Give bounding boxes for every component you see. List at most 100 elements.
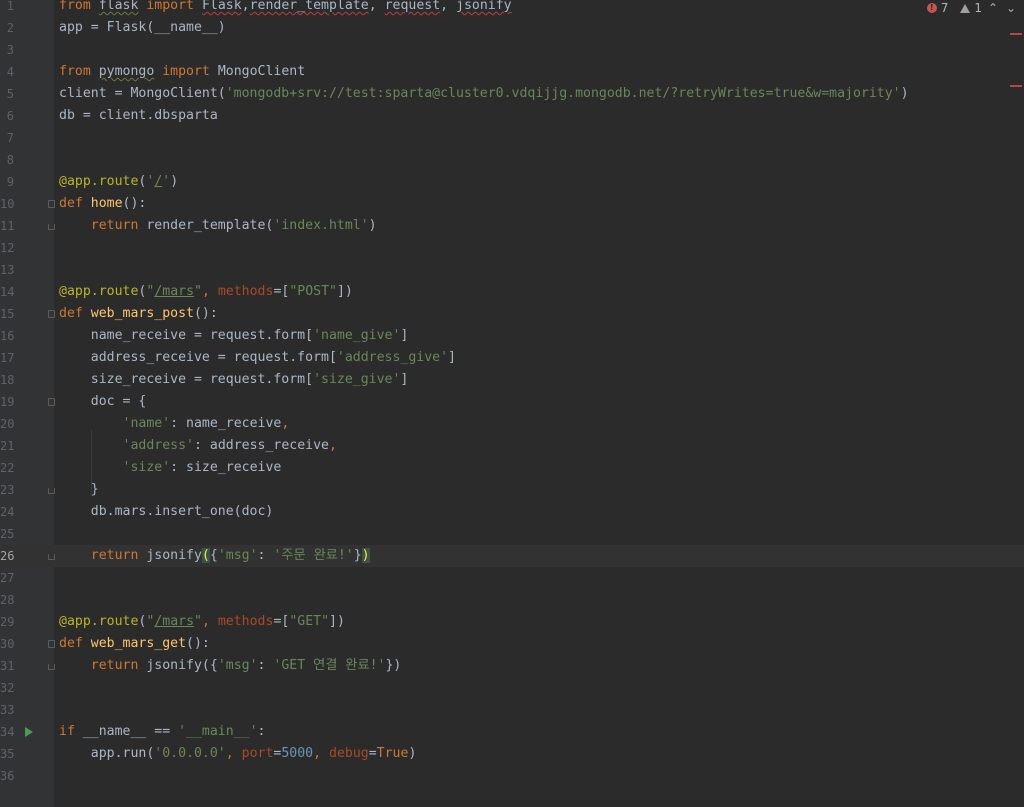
code-text: db.mars.insert_one(doc)	[59, 501, 274, 523]
line-number: 12	[0, 241, 15, 255]
line-number: 19	[0, 395, 15, 409]
fold-icon[interactable]	[48, 200, 55, 208]
code-token: ():	[186, 636, 210, 651]
code-token: return	[90, 658, 147, 673]
code-text: def web_mars_post():	[59, 303, 218, 325]
fold-end-icon[interactable]	[48, 554, 55, 560]
code-token: db = client.dbsparta	[59, 108, 218, 123]
code-token: ])	[329, 614, 345, 629]
code-line[interactable]: 5 client = MongoClient('mongodb+srv://tes…	[0, 83, 1024, 105]
code-text: from pymongo import MongoClient	[59, 61, 305, 83]
code-token: 'msg'	[217, 548, 258, 563]
code-line[interactable]: 9 @app.route('/')	[0, 171, 1024, 193]
code-line[interactable]: 23 }	[0, 479, 1024, 501]
code-line[interactable]: 18 size_receive = request.form['size_giv…	[0, 369, 1024, 391]
run-icon[interactable]	[25, 727, 33, 737]
code-text: @app.route('/')	[59, 171, 178, 193]
code-token: (	[201, 548, 210, 563]
line-number: 18	[0, 373, 15, 387]
code-line[interactable]: 7	[0, 127, 1024, 149]
code-line[interactable]: 30 def web_mars_get():	[0, 633, 1024, 655]
error-stripe-mark[interactable]	[1010, 33, 1022, 35]
fold-end-icon[interactable]	[48, 664, 55, 670]
code-token: render_template(	[146, 218, 274, 233]
code-text: app = Flask(__name__)	[59, 17, 226, 39]
code-token: methods	[217, 614, 274, 629]
code-token: port	[241, 746, 274, 761]
line-number: 11	[0, 219, 15, 233]
code-text: }	[59, 479, 99, 501]
code-line[interactable]: 19 doc = {	[0, 391, 1024, 413]
code-line[interactable]: 36	[0, 765, 1024, 787]
code-line[interactable]: 13	[0, 259, 1024, 281]
code-editor[interactable]: 1 from flask import Flask,render_template…	[0, 0, 1024, 787]
code-token: : address_receive	[194, 438, 329, 453]
line-number: 31	[0, 659, 15, 673]
code-line[interactable]: 27	[0, 567, 1024, 589]
code-token: :	[257, 548, 274, 563]
code-token: )	[361, 548, 370, 563]
code-token: render_template	[249, 0, 369, 13]
line-number: 22	[0, 461, 15, 475]
line-number: 8	[6, 153, 14, 167]
code-token: pymongo	[98, 64, 155, 79]
code-line[interactable]: 31 return jsonify({'msg': 'GET 연결 완료!'})	[0, 655, 1024, 677]
code-token: return	[90, 548, 147, 563]
code-line[interactable]: 29 @app.route("/mars", methods=["GET"])	[0, 611, 1024, 633]
code-token: /mars	[154, 614, 195, 629]
line-number: 2	[6, 21, 14, 35]
code-token: @app.route	[59, 284, 139, 299]
code-line[interactable]: 14 @app.route("/mars", methods=["POST"])	[0, 281, 1024, 303]
code-line[interactable]: 1 from flask import Flask,render_template…	[0, 0, 1024, 17]
line-number: 1	[6, 0, 14, 13]
code-line[interactable]: 10 def home():	[0, 193, 1024, 215]
code-token: /mars	[154, 284, 195, 299]
fold-end-icon[interactable]	[48, 224, 55, 230]
code-line[interactable]: 26 return jsonify({'msg': '주문 완료!'})	[0, 545, 1024, 567]
fold-icon[interactable]	[48, 398, 55, 406]
line-number: 15	[0, 307, 15, 321]
fold-end-icon[interactable]	[48, 488, 55, 494]
inspection-widget[interactable]: ! 7 1 ⌃ ⌄	[914, 0, 1024, 16]
error-stripe-mark[interactable]	[1010, 85, 1022, 87]
code-line[interactable]: 17 address_receive = request.form['addre…	[0, 347, 1024, 369]
code-line[interactable]: 28	[0, 589, 1024, 611]
code-text: @app.route("/mars", methods=["POST"])	[59, 281, 353, 303]
next-highlight-button[interactable]: ⌄	[1004, 1, 1018, 15]
code-line[interactable]: 11 return render_template('index.html')	[0, 215, 1024, 237]
code-token: "GET"	[289, 614, 330, 629]
warning-icon	[960, 3, 971, 13]
code-line[interactable]: 16 name_receive = request.form['name_giv…	[0, 325, 1024, 347]
error-icon: !	[926, 3, 937, 13]
code-line[interactable]: 33	[0, 699, 1024, 721]
line-number: 32	[0, 681, 15, 695]
code-token: jsonify	[456, 0, 512, 13]
code-line[interactable]: 24 db.mars.insert_one(doc)	[0, 501, 1024, 523]
code-line[interactable]: 2 app = Flask(__name__)	[0, 17, 1024, 39]
code-line[interactable]: 32	[0, 677, 1024, 699]
code-line[interactable]: 4 from pymongo import MongoClient	[0, 61, 1024, 83]
code-line[interactable]: 12	[0, 237, 1024, 259]
code-line[interactable]: 6 db = client.dbsparta	[0, 105, 1024, 127]
code-line[interactable]: 21 'address': address_receive,	[0, 435, 1024, 457]
code-line[interactable]: 3	[0, 39, 1024, 61]
code-line[interactable]: 22 'size': size_receive	[0, 457, 1024, 479]
line-number: 4	[6, 65, 14, 79]
code-line[interactable]: 20 'name': name_receive,	[0, 413, 1024, 435]
code-token: app = Flask(__name__)	[59, 20, 226, 35]
code-token: :	[257, 658, 274, 673]
line-number: 9	[6, 175, 14, 189]
code-line[interactable]: 34 if __name__ == '__main__':	[0, 721, 1024, 743]
code-token: def	[59, 196, 91, 211]
code-line[interactable]: 25	[0, 523, 1024, 545]
code-line[interactable]: 35 app.run('0.0.0.0', port=5000, debug=T…	[0, 743, 1024, 765]
code-line[interactable]: 8	[0, 149, 1024, 171]
fold-icon[interactable]	[48, 640, 55, 648]
code-token: ,	[201, 284, 218, 299]
code-token: )	[408, 746, 417, 761]
fold-icon[interactable]	[48, 310, 55, 318]
previous-highlight-button[interactable]: ⌃	[986, 1, 1000, 15]
code-token: import	[154, 64, 218, 79]
code-line[interactable]: 15 def web_mars_post():	[0, 303, 1024, 325]
